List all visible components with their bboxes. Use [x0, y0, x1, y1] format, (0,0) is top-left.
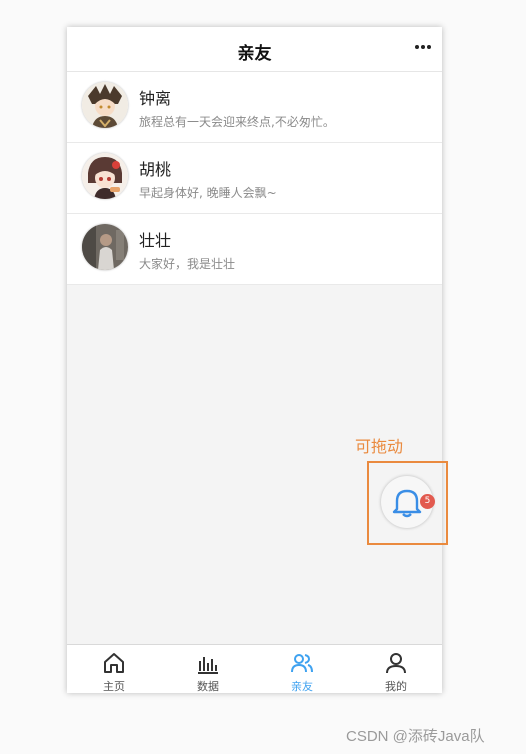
page-title: 亲友: [237, 44, 272, 64]
phone-screen: 亲友 钟离 旅程总有一天会迎来终点,不必匆忙。 胡桃 早起身体好, 晚睡人会飘~…: [67, 27, 442, 693]
avatar: [82, 224, 128, 270]
bell-icon: [392, 489, 422, 518]
notification-badge: 5: [420, 494, 435, 509]
watermark-text: CSDN @添砖Java队: [346, 728, 485, 745]
contact-signature: 早起身体好, 晚睡人会飘~: [139, 186, 277, 200]
tab-friends[interactable]: 亲友: [255, 645, 349, 693]
user-icon: [386, 653, 406, 674]
contact-name: 钟离: [139, 89, 172, 108]
contact-list: 钟离 旅程总有一天会迎来终点,不必匆忙。 胡桃 早起身体好, 晚睡人会飘~ 壮壮…: [67, 72, 442, 285]
contact-signature: 旅程总有一天会迎来终点,不必匆忙。: [139, 115, 335, 129]
contact-item[interactable]: 钟离 旅程总有一天会迎来终点,不必匆忙。: [67, 72, 442, 143]
avatar: [82, 82, 128, 128]
avatar: [82, 153, 128, 199]
navbar: 亲友: [67, 27, 442, 72]
tab-label: 数据: [197, 680, 219, 693]
tab-label: 亲友: [291, 680, 313, 693]
tab-mine[interactable]: 我的: [349, 645, 442, 693]
contact-signature: 大家好，我是壮壮: [139, 257, 236, 271]
tab-bar: 主页 数据 亲友 我的: [67, 644, 442, 693]
more-dots-icon[interactable]: [414, 39, 432, 55]
tab-label: 我的: [385, 680, 407, 693]
chart-icon: [198, 657, 218, 674]
tab-label: 主页: [103, 680, 125, 693]
friends-icon: [291, 654, 313, 673]
tab-data[interactable]: 数据: [161, 645, 255, 693]
tab-home[interactable]: 主页: [67, 645, 161, 693]
contact-name: 胡桃: [139, 160, 172, 179]
contact-item[interactable]: 胡桃 早起身体好, 晚睡人会飘~: [67, 143, 442, 214]
floating-bell-button[interactable]: 5: [381, 476, 435, 528]
contact-name: 壮壮: [139, 231, 172, 250]
contact-item[interactable]: 壮壮 大家好，我是壮壮: [67, 214, 442, 285]
home-icon: [104, 653, 124, 673]
draggable-hint-label: 可拖动: [355, 437, 404, 456]
